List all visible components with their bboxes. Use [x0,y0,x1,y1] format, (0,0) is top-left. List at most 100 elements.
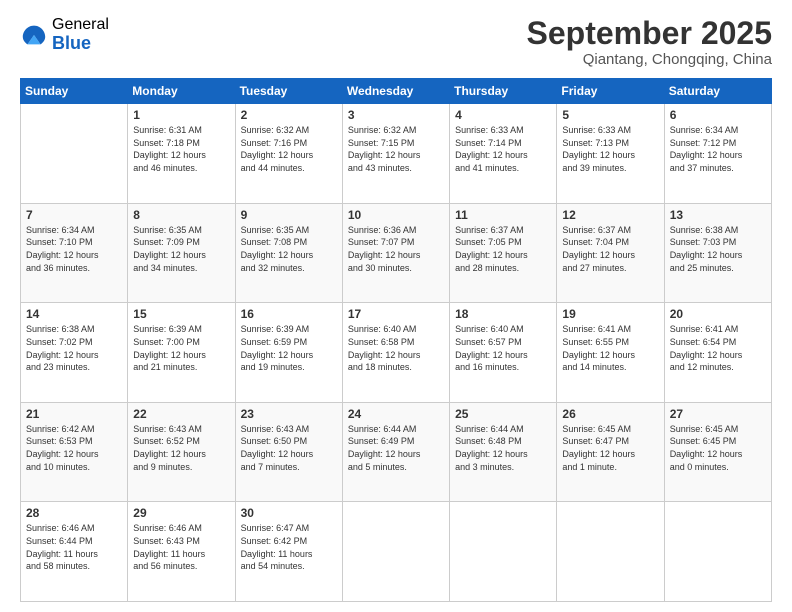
day-number: 1 [133,108,229,122]
day-info: Sunrise: 6:40 AM Sunset: 6:58 PM Dayligh… [348,323,444,373]
day-info: Sunrise: 6:36 AM Sunset: 7:07 PM Dayligh… [348,224,444,274]
table-cell: 7 Sunrise: 6:34 AM Sunset: 7:10 PM Daylig… [21,203,128,303]
col-friday: Friday [557,79,664,104]
week-row-1: 1Sunrise: 6:31 AM Sunset: 7:18 PM Daylig… [21,104,772,204]
day-info: Sunrise: 6:42 AM Sunset: 6:53 PM Dayligh… [26,423,122,473]
table-cell [342,502,449,602]
table-cell: 29 Sunrise: 6:46 AM Sunset: 6:43 PM Dayli… [128,502,235,602]
day-info: Sunrise: 6:45 AM Sunset: 6:45 PM Dayligh… [670,423,766,473]
day-number: 27 [670,407,766,421]
day-info: Sunrise: 6:46 AM Sunset: 6:43 PM Dayligh… [133,522,229,572]
day-number: 16 [241,307,337,321]
table-cell: 6Sunrise: 6:34 AM Sunset: 7:12 PM Daylig… [664,104,771,204]
day-info: Sunrise: 6:43 AM Sunset: 6:50 PM Dayligh… [241,423,337,473]
day-info: Sunrise: 6:35 AM Sunset: 7:09 PM Dayligh… [133,224,229,274]
day-number: 4 [455,108,551,122]
day-info: Sunrise: 6:38 AM Sunset: 7:02 PM Dayligh… [26,323,122,373]
table-cell: 4 Sunrise: 6:33 AM Sunset: 7:14 PM Daylig… [450,104,557,204]
title-block: September 2025 Qiantang, Chongqing, Chin… [527,16,772,68]
day-number: 11 [455,208,551,222]
day-number: 7 [26,208,122,222]
day-number: 6 [670,108,766,122]
table-cell: 5 Sunrise: 6:33 AM Sunset: 7:13 PM Daylig… [557,104,664,204]
day-number: 15 [133,307,229,321]
col-tuesday: Tuesday [235,79,342,104]
table-cell: 16 Sunrise: 6:39 AM Sunset: 6:59 PM Dayli… [235,303,342,403]
logo-blue: Blue [52,34,109,54]
logo-general: General [52,16,109,34]
day-info: Sunrise: 6:41 AM Sunset: 6:54 PM Dayligh… [670,323,766,373]
week-row-4: 21 Sunrise: 6:42 AM Sunset: 6:53 PM Dayli… [21,402,772,502]
day-info: Sunrise: 6:33 AM Sunset: 7:14 PM Dayligh… [455,124,551,174]
day-number: 28 [26,506,122,520]
table-cell: 17 Sunrise: 6:40 AM Sunset: 6:58 PM Dayli… [342,303,449,403]
table-cell: 22Sunrise: 6:43 AM Sunset: 6:52 PM Dayli… [128,402,235,502]
day-info: Sunrise: 6:44 AM Sunset: 6:48 PM Dayligh… [455,423,551,473]
day-info: Sunrise: 6:37 AM Sunset: 7:05 PM Dayligh… [455,224,551,274]
calendar: Sunday Monday Tuesday Wednesday Thursday… [20,78,772,602]
day-number: 25 [455,407,551,421]
table-cell: 28 Sunrise: 6:46 AM Sunset: 6:44 PM Dayli… [21,502,128,602]
day-info: Sunrise: 6:32 AM Sunset: 7:16 PM Dayligh… [241,124,337,174]
day-info: Sunrise: 6:34 AM Sunset: 7:10 PM Dayligh… [26,224,122,274]
table-cell: 14 Sunrise: 6:38 AM Sunset: 7:02 PM Dayli… [21,303,128,403]
day-info: Sunrise: 6:37 AM Sunset: 7:04 PM Dayligh… [562,224,658,274]
week-row-5: 28 Sunrise: 6:46 AM Sunset: 6:44 PM Dayli… [21,502,772,602]
day-number: 22 [133,407,229,421]
day-number: 14 [26,307,122,321]
day-number: 8 [133,208,229,222]
week-row-3: 14 Sunrise: 6:38 AM Sunset: 7:02 PM Dayli… [21,303,772,403]
day-number: 24 [348,407,444,421]
day-info: Sunrise: 6:40 AM Sunset: 6:57 PM Dayligh… [455,323,551,373]
table-cell: 15Sunrise: 6:39 AM Sunset: 7:00 PM Dayli… [128,303,235,403]
day-info: Sunrise: 6:38 AM Sunset: 7:03 PM Dayligh… [670,224,766,274]
month-title: September 2025 [527,16,772,51]
table-cell [450,502,557,602]
table-cell: 30Sunrise: 6:47 AM Sunset: 6:42 PM Dayli… [235,502,342,602]
table-cell: 3Sunrise: 6:32 AM Sunset: 7:15 PM Daylig… [342,104,449,204]
table-cell: 12 Sunrise: 6:37 AM Sunset: 7:04 PM Dayli… [557,203,664,303]
day-info: Sunrise: 6:33 AM Sunset: 7:13 PM Dayligh… [562,124,658,174]
day-number: 20 [670,307,766,321]
table-cell: 8 Sunrise: 6:35 AM Sunset: 7:09 PM Daylig… [128,203,235,303]
table-cell: 27 Sunrise: 6:45 AM Sunset: 6:45 PM Dayli… [664,402,771,502]
day-number: 12 [562,208,658,222]
col-sunday: Sunday [21,79,128,104]
day-number: 30 [241,506,337,520]
logo-text: GeneralBlue [52,16,109,53]
col-thursday: Thursday [450,79,557,104]
day-number: 21 [26,407,122,421]
table-cell: 10Sunrise: 6:36 AM Sunset: 7:07 PM Dayli… [342,203,449,303]
week-row-2: 7 Sunrise: 6:34 AM Sunset: 7:10 PM Daylig… [21,203,772,303]
page-header: GeneralBlue September 2025 Qiantang, Cho… [20,16,772,68]
table-cell: 23 Sunrise: 6:43 AM Sunset: 6:50 PM Dayli… [235,402,342,502]
day-number: 29 [133,506,229,520]
table-cell: 2 Sunrise: 6:32 AM Sunset: 7:16 PM Daylig… [235,104,342,204]
table-cell: 20 Sunrise: 6:41 AM Sunset: 6:54 PM Dayli… [664,303,771,403]
day-number: 9 [241,208,337,222]
day-number: 3 [348,108,444,122]
day-info: Sunrise: 6:45 AM Sunset: 6:47 PM Dayligh… [562,423,658,473]
day-info: Sunrise: 6:46 AM Sunset: 6:44 PM Dayligh… [26,522,122,572]
table-cell: 9Sunrise: 6:35 AM Sunset: 7:08 PM Daylig… [235,203,342,303]
day-number: 26 [562,407,658,421]
day-number: 2 [241,108,337,122]
day-number: 23 [241,407,337,421]
table-cell [21,104,128,204]
day-number: 5 [562,108,658,122]
table-cell [664,502,771,602]
logo-icon [20,21,48,49]
day-info: Sunrise: 6:39 AM Sunset: 6:59 PM Dayligh… [241,323,337,373]
day-info: Sunrise: 6:41 AM Sunset: 6:55 PM Dayligh… [562,323,658,373]
col-wednesday: Wednesday [342,79,449,104]
calendar-header-row: Sunday Monday Tuesday Wednesday Thursday… [21,79,772,104]
day-number: 13 [670,208,766,222]
day-number: 17 [348,307,444,321]
table-cell [557,502,664,602]
table-cell: 11 Sunrise: 6:37 AM Sunset: 7:05 PM Dayli… [450,203,557,303]
day-number: 18 [455,307,551,321]
day-info: Sunrise: 6:44 AM Sunset: 6:49 PM Dayligh… [348,423,444,473]
table-cell: 18 Sunrise: 6:40 AM Sunset: 6:57 PM Dayli… [450,303,557,403]
col-saturday: Saturday [664,79,771,104]
table-cell: 1Sunrise: 6:31 AM Sunset: 7:18 PM Daylig… [128,104,235,204]
